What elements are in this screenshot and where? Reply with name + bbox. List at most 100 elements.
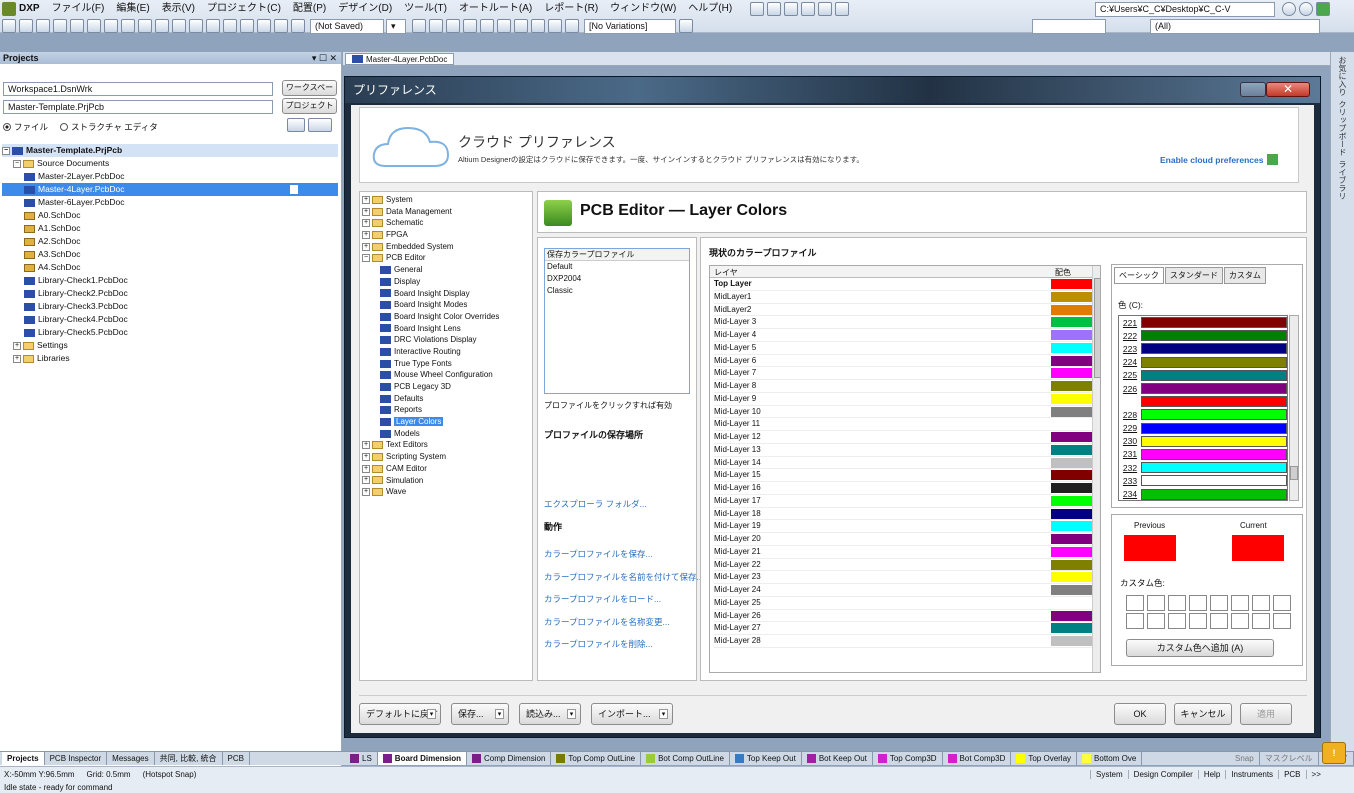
expand-icon[interactable]: − — [13, 159, 21, 168]
pref-tree-item-board-insight-color-overrides[interactable]: Board Insight Color Overrides — [362, 311, 532, 323]
layer-color-swatch[interactable] — [1051, 610, 1095, 621]
color-row[interactable]: 232 — [1119, 461, 1287, 474]
workspace-button[interactable]: ワークスペース — [282, 80, 337, 106]
expand-icon[interactable]: + — [362, 207, 370, 216]
cross-probe-icon[interactable] — [274, 19, 288, 33]
fill-region-icon[interactable] — [514, 19, 528, 33]
enable-cloud-link[interactable]: Enable cloud preferences — [1160, 154, 1279, 165]
menu-dxp[interactable]: DXP — [19, 0, 46, 18]
project-options-icon[interactable] — [287, 118, 305, 132]
layer-color-swatch[interactable] — [1051, 342, 1095, 353]
layer-color-swatch[interactable] — [1051, 393, 1095, 404]
pref-tree-item-interactive-routing[interactable]: Interactive Routing — [362, 346, 532, 358]
ok-button[interactable]: OK — [1114, 703, 1166, 725]
pref-tree-item-display[interactable]: Display — [362, 276, 532, 288]
menu-item[interactable]: 表示(V) — [156, 0, 201, 18]
layer-row[interactable]: Mid-Layer 9 — [714, 393, 1100, 406]
layer-row[interactable]: Mid-Layer 14 — [714, 457, 1100, 470]
custom-color-slot[interactable] — [1210, 595, 1228, 611]
pref-tree-item-drc-violations-display[interactable]: DRC Violations Display — [362, 334, 532, 346]
custom-color-slot[interactable] — [1168, 595, 1186, 611]
project-tree-item[interactable]: − Master-Template.PrjPcb — [2, 144, 338, 157]
layer-color-swatch[interactable] — [1051, 330, 1095, 340]
menu-item[interactable]: ツール(T) — [398, 0, 453, 18]
layer-tab[interactable]: Top Comp3D — [873, 752, 943, 765]
sidebar-panel-tab[interactable]: クリップボード — [1337, 100, 1348, 156]
project-tree-item[interactable]: A1.SchDoc — [2, 222, 338, 235]
color-row[interactable]: 230 — [1119, 435, 1287, 448]
panel-tab[interactable]: Messages — [107, 752, 155, 765]
status-panel-button[interactable]: System — [1090, 770, 1128, 779]
color-row[interactable]: 233 — [1119, 474, 1287, 487]
layer-color-swatch[interactable] — [1051, 355, 1095, 366]
action-link[interactable]: カラープロファイルを名前を付けて保存... — [544, 566, 704, 589]
pref-tree-item-board-insight-lens[interactable]: Board Insight Lens — [362, 323, 532, 335]
color-row[interactable]: 223 — [1119, 342, 1287, 355]
pref-tree-item-reports[interactable]: Reports — [362, 404, 532, 416]
color-tab[interactable]: スタンダード — [1164, 267, 1223, 284]
browse-icon[interactable] — [291, 19, 305, 33]
go-icon[interactable] — [1316, 2, 1330, 16]
variant-icon[interactable] — [679, 19, 693, 33]
menu-item[interactable]: 配置(P) — [287, 0, 332, 18]
copy-icon[interactable] — [155, 19, 169, 33]
layer-row[interactable]: Mid-Layer 17 — [714, 495, 1100, 508]
dropdown-small[interactable]: ▾ — [386, 18, 406, 34]
layer-color-swatch[interactable] — [1051, 291, 1095, 302]
pref-tree-item-general[interactable]: General — [362, 264, 532, 276]
layer-row[interactable]: Mid-Layer 18 — [714, 508, 1100, 521]
menu-item[interactable]: ファイル(F) — [46, 0, 111, 18]
pref-tree-item-embedded-system[interactable]: + Embedded System — [362, 241, 532, 253]
radio-structure[interactable] — [60, 123, 69, 131]
sidebar-panel-tab[interactable]: お気に入り — [1337, 56, 1348, 96]
action-link[interactable]: カラープロファイルを保存... — [544, 543, 694, 566]
layer-tab[interactable]: Top Overlay — [1011, 752, 1078, 765]
layer-row[interactable]: Mid-Layer 19 — [714, 520, 1100, 533]
action-link[interactable]: カラープロファイルを削除... — [544, 633, 694, 656]
multi-route-icon[interactable] — [446, 19, 460, 33]
layer-color-swatch[interactable] — [1051, 534, 1095, 544]
layer-row[interactable]: Mid-Layer 26 — [714, 610, 1100, 623]
layer-color-swatch[interactable] — [1051, 623, 1095, 634]
via-icon[interactable] — [463, 19, 477, 33]
expand-icon[interactable]: + — [362, 230, 370, 239]
custom-color-slot[interactable] — [1273, 613, 1291, 629]
color-row[interactable]: 221 — [1119, 316, 1287, 329]
pref-tree-item-fpga[interactable]: + FPGA — [362, 229, 532, 241]
layer-color-swatch[interactable] — [1051, 483, 1095, 493]
project-tree-item[interactable]: Library-Check4.PcbDoc — [2, 313, 338, 326]
layer-tab[interactable]: LS — [345, 752, 378, 765]
forward-icon[interactable] — [1299, 2, 1313, 16]
pref-tree-item-schematic[interactable]: + Schematic — [362, 217, 532, 229]
zoom-fit-icon[interactable] — [121, 19, 135, 33]
layer-row[interactable]: Mid-Layer 22 — [714, 559, 1100, 572]
custom-color-slot[interactable] — [1231, 595, 1249, 611]
snap-item[interactable]: Snap — [1230, 752, 1260, 765]
project-tree-item[interactable]: A0.SchDoc — [2, 209, 338, 222]
doc-tab-master-4layer[interactable]: Master-4Layer.PcbDoc — [345, 53, 455, 65]
expand-icon[interactable]: + — [362, 242, 370, 251]
project-button[interactable]: プロジェクト — [282, 98, 337, 114]
menu-item[interactable]: ヘルプ(H) — [682, 0, 738, 18]
layer-tab[interactable]: Bot Comp3D — [943, 752, 1012, 765]
status-panel-button[interactable]: Design Compiler — [1127, 770, 1198, 779]
pref-tree-item-layer-colors[interactable]: Layer Colors — [362, 416, 532, 428]
layer-color-swatch[interactable] — [1051, 546, 1095, 557]
layer-color-swatch[interactable] — [1051, 572, 1095, 583]
expand-icon[interactable]: + — [13, 354, 21, 363]
string-icon[interactable] — [548, 19, 562, 33]
not-saved-combo[interactable]: (Not Saved) — [310, 18, 384, 34]
pref-tree-item-defaults[interactable]: Defaults — [362, 393, 532, 405]
help-icon[interactable] — [1240, 82, 1266, 97]
layer-color-swatch[interactable] — [1051, 457, 1095, 468]
layer-color-swatch[interactable] — [1051, 636, 1095, 646]
custom-color-slot[interactable] — [1168, 613, 1186, 629]
layer-tab[interactable]: Comp Dimension — [467, 752, 552, 765]
zoom-icon[interactable] — [87, 19, 101, 33]
expand-icon[interactable]: + — [362, 453, 370, 462]
bottom-button-3[interactable]: インポート... ▾ — [591, 703, 673, 725]
pad-icon[interactable] — [480, 19, 494, 33]
project-menu-icon[interactable] — [308, 118, 332, 132]
bottom-button-0[interactable]: デフォルトに戻す ▾ — [359, 703, 441, 725]
custom-color-slot[interactable] — [1189, 595, 1207, 611]
